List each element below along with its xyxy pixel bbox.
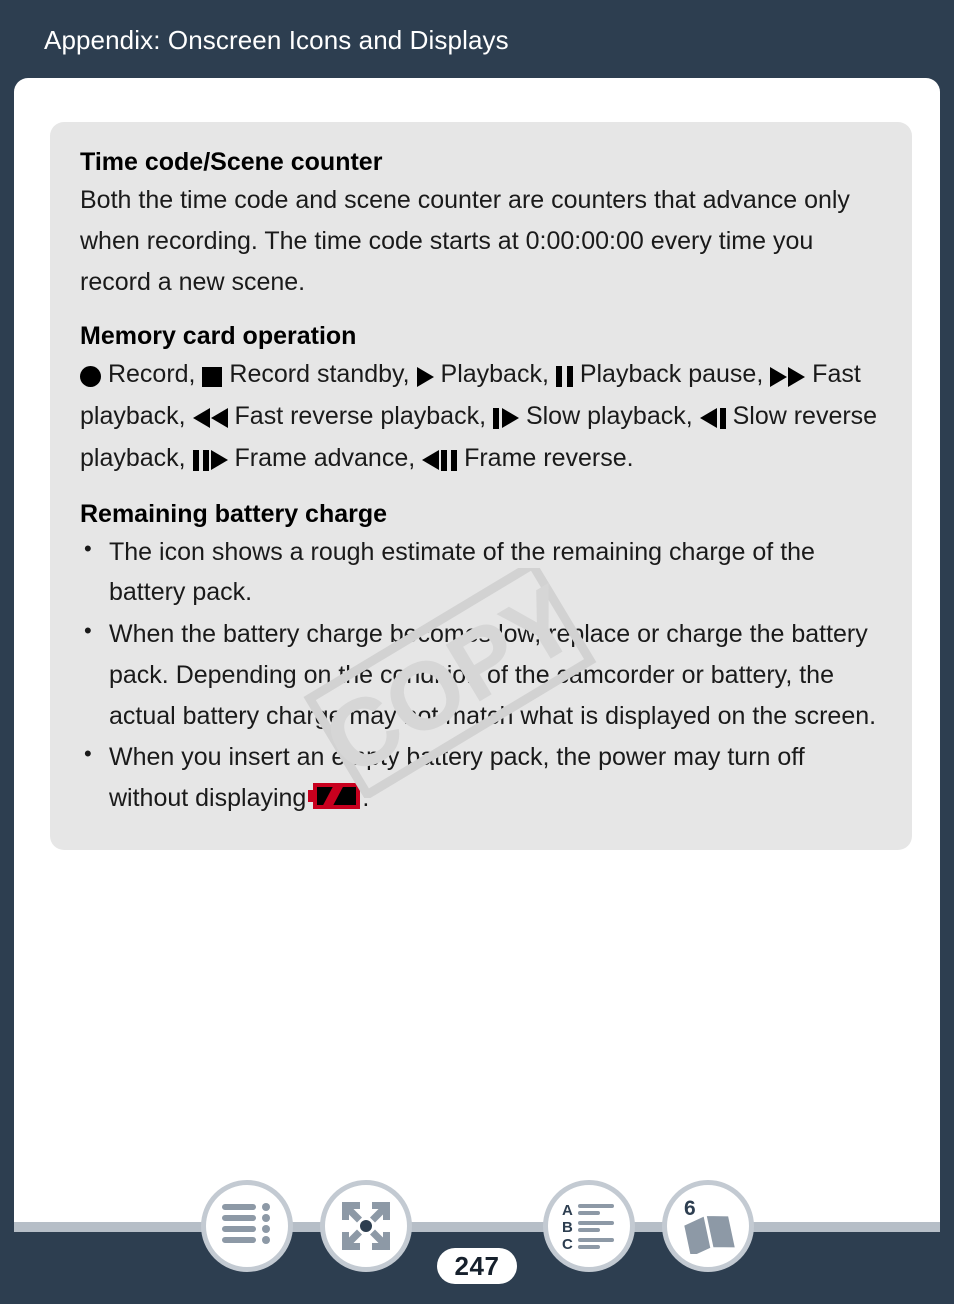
section-title-remaining-battery-charge: Remaining battery charge [80, 499, 388, 528]
section-title-memory-card-operation: Memory card operation [80, 322, 357, 351]
slow-reverse-playback-icon [699, 397, 726, 438]
svg-text:A: A [562, 1202, 573, 1219]
chapter-number: 6 [684, 1198, 696, 1220]
footer-button-index-expand[interactable] [320, 1180, 412, 1272]
memory-item-label-playback-pause: Playback pause, [579, 360, 764, 389]
four-arrows-expand-icon [340, 1200, 392, 1252]
page-title: Appendix: Onscreen Icons and Displays [44, 24, 509, 55]
page-root: Appendix: Onscreen Icons and Displays Ti… [0, 0, 954, 1304]
memory-item-label-playback: Playback, [440, 360, 549, 389]
list-item: When the battery charge becomes low, rep… [80, 613, 882, 736]
slow-playback-icon [492, 397, 519, 438]
footer-button-chapter-book[interactable]: 6 [662, 1180, 754, 1272]
battery-bullet-list: The icon shows a rough estimate of the r… [80, 531, 882, 819]
memory-item-label-frame-advance: Frame advance, [234, 443, 416, 472]
footer-button-alphabetical-index[interactable]: A B C [543, 1180, 635, 1272]
list-item-text: When you insert an empty battery pack, t… [109, 743, 805, 813]
open-book-icon: 6 [678, 1198, 738, 1254]
section-body-time-code: Both the time code and scene counter are… [80, 186, 850, 296]
playback-triangle-icon [416, 355, 434, 396]
memory-item-label-record: Record, [107, 360, 196, 389]
list-item-suffix: . [362, 784, 370, 813]
section-title-time-code: Time code/Scene counter [80, 148, 383, 176]
playback-pause-icon [555, 355, 573, 396]
record-circle-icon [80, 355, 101, 396]
page-header: Appendix: Onscreen Icons and Displays [0, 0, 954, 80]
abc-index-icon: A B C [562, 1202, 616, 1250]
svg-text:B: B [562, 1219, 573, 1236]
section-remaining-battery-charge: Remaining battery charge The icon shows … [80, 498, 882, 819]
empty-battery-icon [308, 783, 361, 810]
memory-item-label-fast-reverse-playback: Fast reverse playback, [234, 402, 487, 431]
fast-reverse-playback-icon [192, 397, 228, 438]
section-memory-card-operation: Memory card operation Record, Record sta… [80, 320, 882, 479]
content-panel: Time code/Scene counter Both the time co… [50, 122, 912, 850]
page-card: Time code/Scene counter Both the time co… [14, 78, 940, 1228]
section-time-code: Time code/Scene counter Both the time co… [80, 146, 882, 302]
record-standby-square-icon [202, 355, 223, 396]
section-body-memory-card-operation: Record, Record standby, Playback, Playba… [80, 354, 882, 479]
frame-advance-icon [192, 439, 228, 480]
page-number-badge: 247 [437, 1248, 517, 1284]
list-item: When you insert an empty battery pack, t… [80, 736, 882, 819]
page-number: 247 [454, 1250, 500, 1281]
memory-item-label-frame-reverse: Frame reverse. [464, 443, 634, 472]
footer-button-table-of-contents[interactable] [201, 1180, 293, 1272]
memory-item-label-record-standby: Record standby, [229, 360, 410, 389]
fast-playback-icon [770, 355, 806, 396]
list-item: The icon shows a rough estimate of the r… [80, 531, 882, 614]
footer-nav: 247 A B C 6 [0, 1160, 954, 1304]
table-of-contents-icon [222, 1202, 272, 1250]
frame-reverse-icon [422, 439, 458, 480]
memory-item-label-slow-playback: Slow playback, [525, 402, 693, 431]
svg-text:C: C [562, 1236, 573, 1250]
